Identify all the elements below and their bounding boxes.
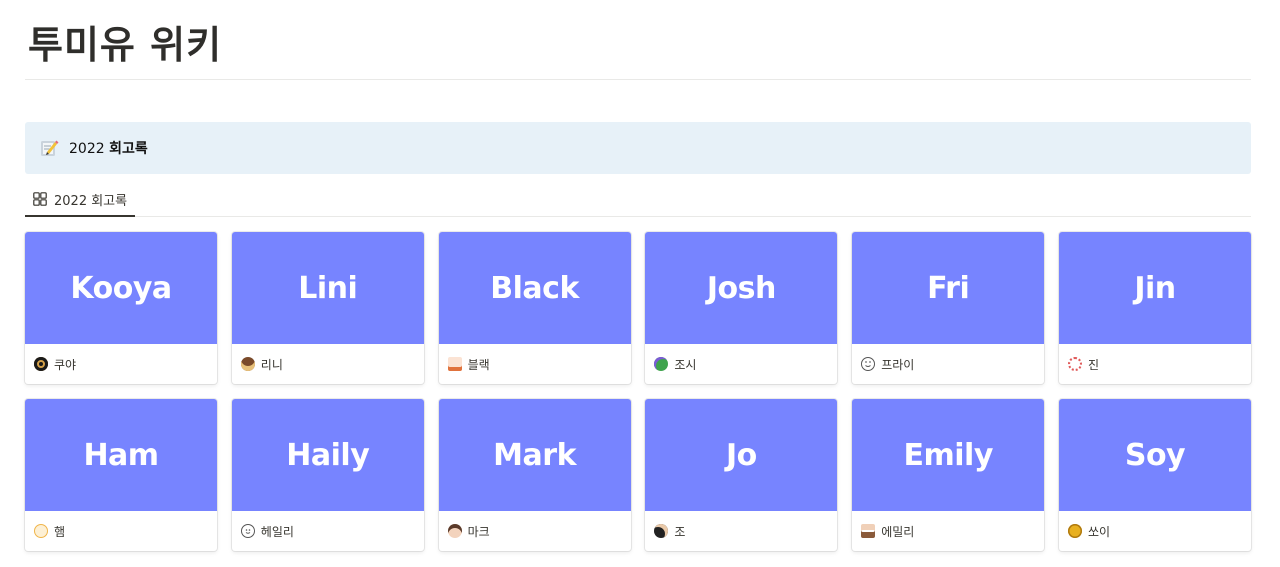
card-title: 마크 <box>467 524 490 539</box>
green-globe-avatar-icon <box>654 357 669 371</box>
card-title: 리니 <box>260 357 283 372</box>
gallery-card[interactable]: Kooya 쿠야 <box>25 232 217 384</box>
character-avatar-icon <box>240 357 255 371</box>
cover-text: Soy <box>1124 437 1186 473</box>
cover-text: Josh <box>706 270 777 306</box>
card-cover: Jin <box>1058 232 1251 344</box>
cover-text: Kooya <box>70 270 172 306</box>
gallery-card[interactable]: Black 블랙 <box>438 232 631 384</box>
gallery-grid: Kooya 쿠야 Lini 리니 Black 블랙 Josh 조시 Fri 프라… <box>25 232 1251 551</box>
card-cover: Ham <box>25 399 217 511</box>
gallery-grid-icon <box>33 192 47 206</box>
cover-text: Lini <box>298 270 358 306</box>
card-title: 조시 <box>674 357 697 372</box>
card-title: 헤일리 <box>260 524 294 539</box>
memo-icon <box>39 138 59 158</box>
cover-text: Mark <box>493 437 577 473</box>
cover-text: Ham <box>83 437 159 473</box>
outline-face-avatar-icon <box>240 524 255 538</box>
card-cover: Jo <box>645 399 838 511</box>
card-cover: Kooya <box>25 232 217 344</box>
dark-face-avatar-icon <box>654 524 669 538</box>
card-title: 쏘이 <box>1087 524 1111 539</box>
card-cover: Emily <box>852 399 1045 511</box>
cover-text: Jin <box>1134 270 1176 306</box>
tab-label: 2022 회고록 <box>54 193 128 209</box>
cover-text: Black <box>490 270 579 306</box>
face-avatar-icon <box>447 524 462 538</box>
gallery-card[interactable]: Ham 햄 <box>25 399 217 551</box>
card-cover: Haily <box>231 399 424 511</box>
gallery-card[interactable]: Josh 조시 <box>645 232 838 384</box>
callout-label: 회고록 <box>109 141 148 157</box>
cover-text: Jo <box>726 437 757 473</box>
card-cover: Josh <box>645 232 838 344</box>
card-title: 프라이 <box>881 357 915 372</box>
gallery-card[interactable]: Lini 리니 <box>231 232 424 384</box>
cover-text: Haily <box>286 437 370 473</box>
figure-avatar-icon <box>861 524 876 538</box>
gallery-card[interactable]: Haily 헤일리 <box>231 399 424 551</box>
card-cover: Mark <box>438 399 631 511</box>
gallery-card[interactable]: Fri 프라이 <box>852 232 1045 384</box>
smiley-avatar-icon <box>861 357 876 371</box>
page-title: 투미유 위키 <box>28 23 223 67</box>
card-cover: Soy <box>1058 399 1251 511</box>
card-cover: Fri <box>852 232 1045 344</box>
tab-gallery-2022[interactable]: 2022 회고록 <box>25 183 135 217</box>
gallery-card[interactable]: Emily 에밀리 <box>852 399 1045 551</box>
gallery-card[interactable]: Jin 진 <box>1058 232 1251 384</box>
card-cover: Lini <box>231 232 424 344</box>
card-title: 에밀리 <box>881 524 915 539</box>
swimmer-avatar-icon <box>447 357 462 371</box>
card-cover: Black <box>438 232 631 344</box>
gallery-card[interactable]: Soy 쏘이 <box>1058 399 1251 551</box>
gallery-card[interactable]: Jo 조 <box>645 399 838 551</box>
cover-text: Emily <box>903 437 994 473</box>
card-title: 햄 <box>54 524 66 539</box>
card-title: 진 <box>1087 357 1100 372</box>
card-title: 블랙 <box>467 357 490 372</box>
card-title: 쿠야 <box>54 357 77 372</box>
title-divider <box>25 79 1251 80</box>
yellow-face-avatar-icon <box>1067 524 1082 538</box>
card-title: 조 <box>674 524 686 539</box>
view-tabs: 2022 회고록 <box>25 183 1251 217</box>
flower-avatar-icon <box>1067 357 1082 371</box>
callout-year: 2022 <box>69 141 105 157</box>
callout-block[interactable]: 2022 회고록 <box>25 122 1251 174</box>
black-ring-avatar-icon <box>34 357 48 371</box>
gallery-card[interactable]: Mark 마크 <box>438 399 631 551</box>
wiki-page: 투미유 위키 2022 회고록 2022 회고록 Kooya 쿠야 Lini 리… <box>0 0 1280 567</box>
hamster-avatar-icon <box>34 524 48 538</box>
cover-text: Fri <box>927 270 970 306</box>
